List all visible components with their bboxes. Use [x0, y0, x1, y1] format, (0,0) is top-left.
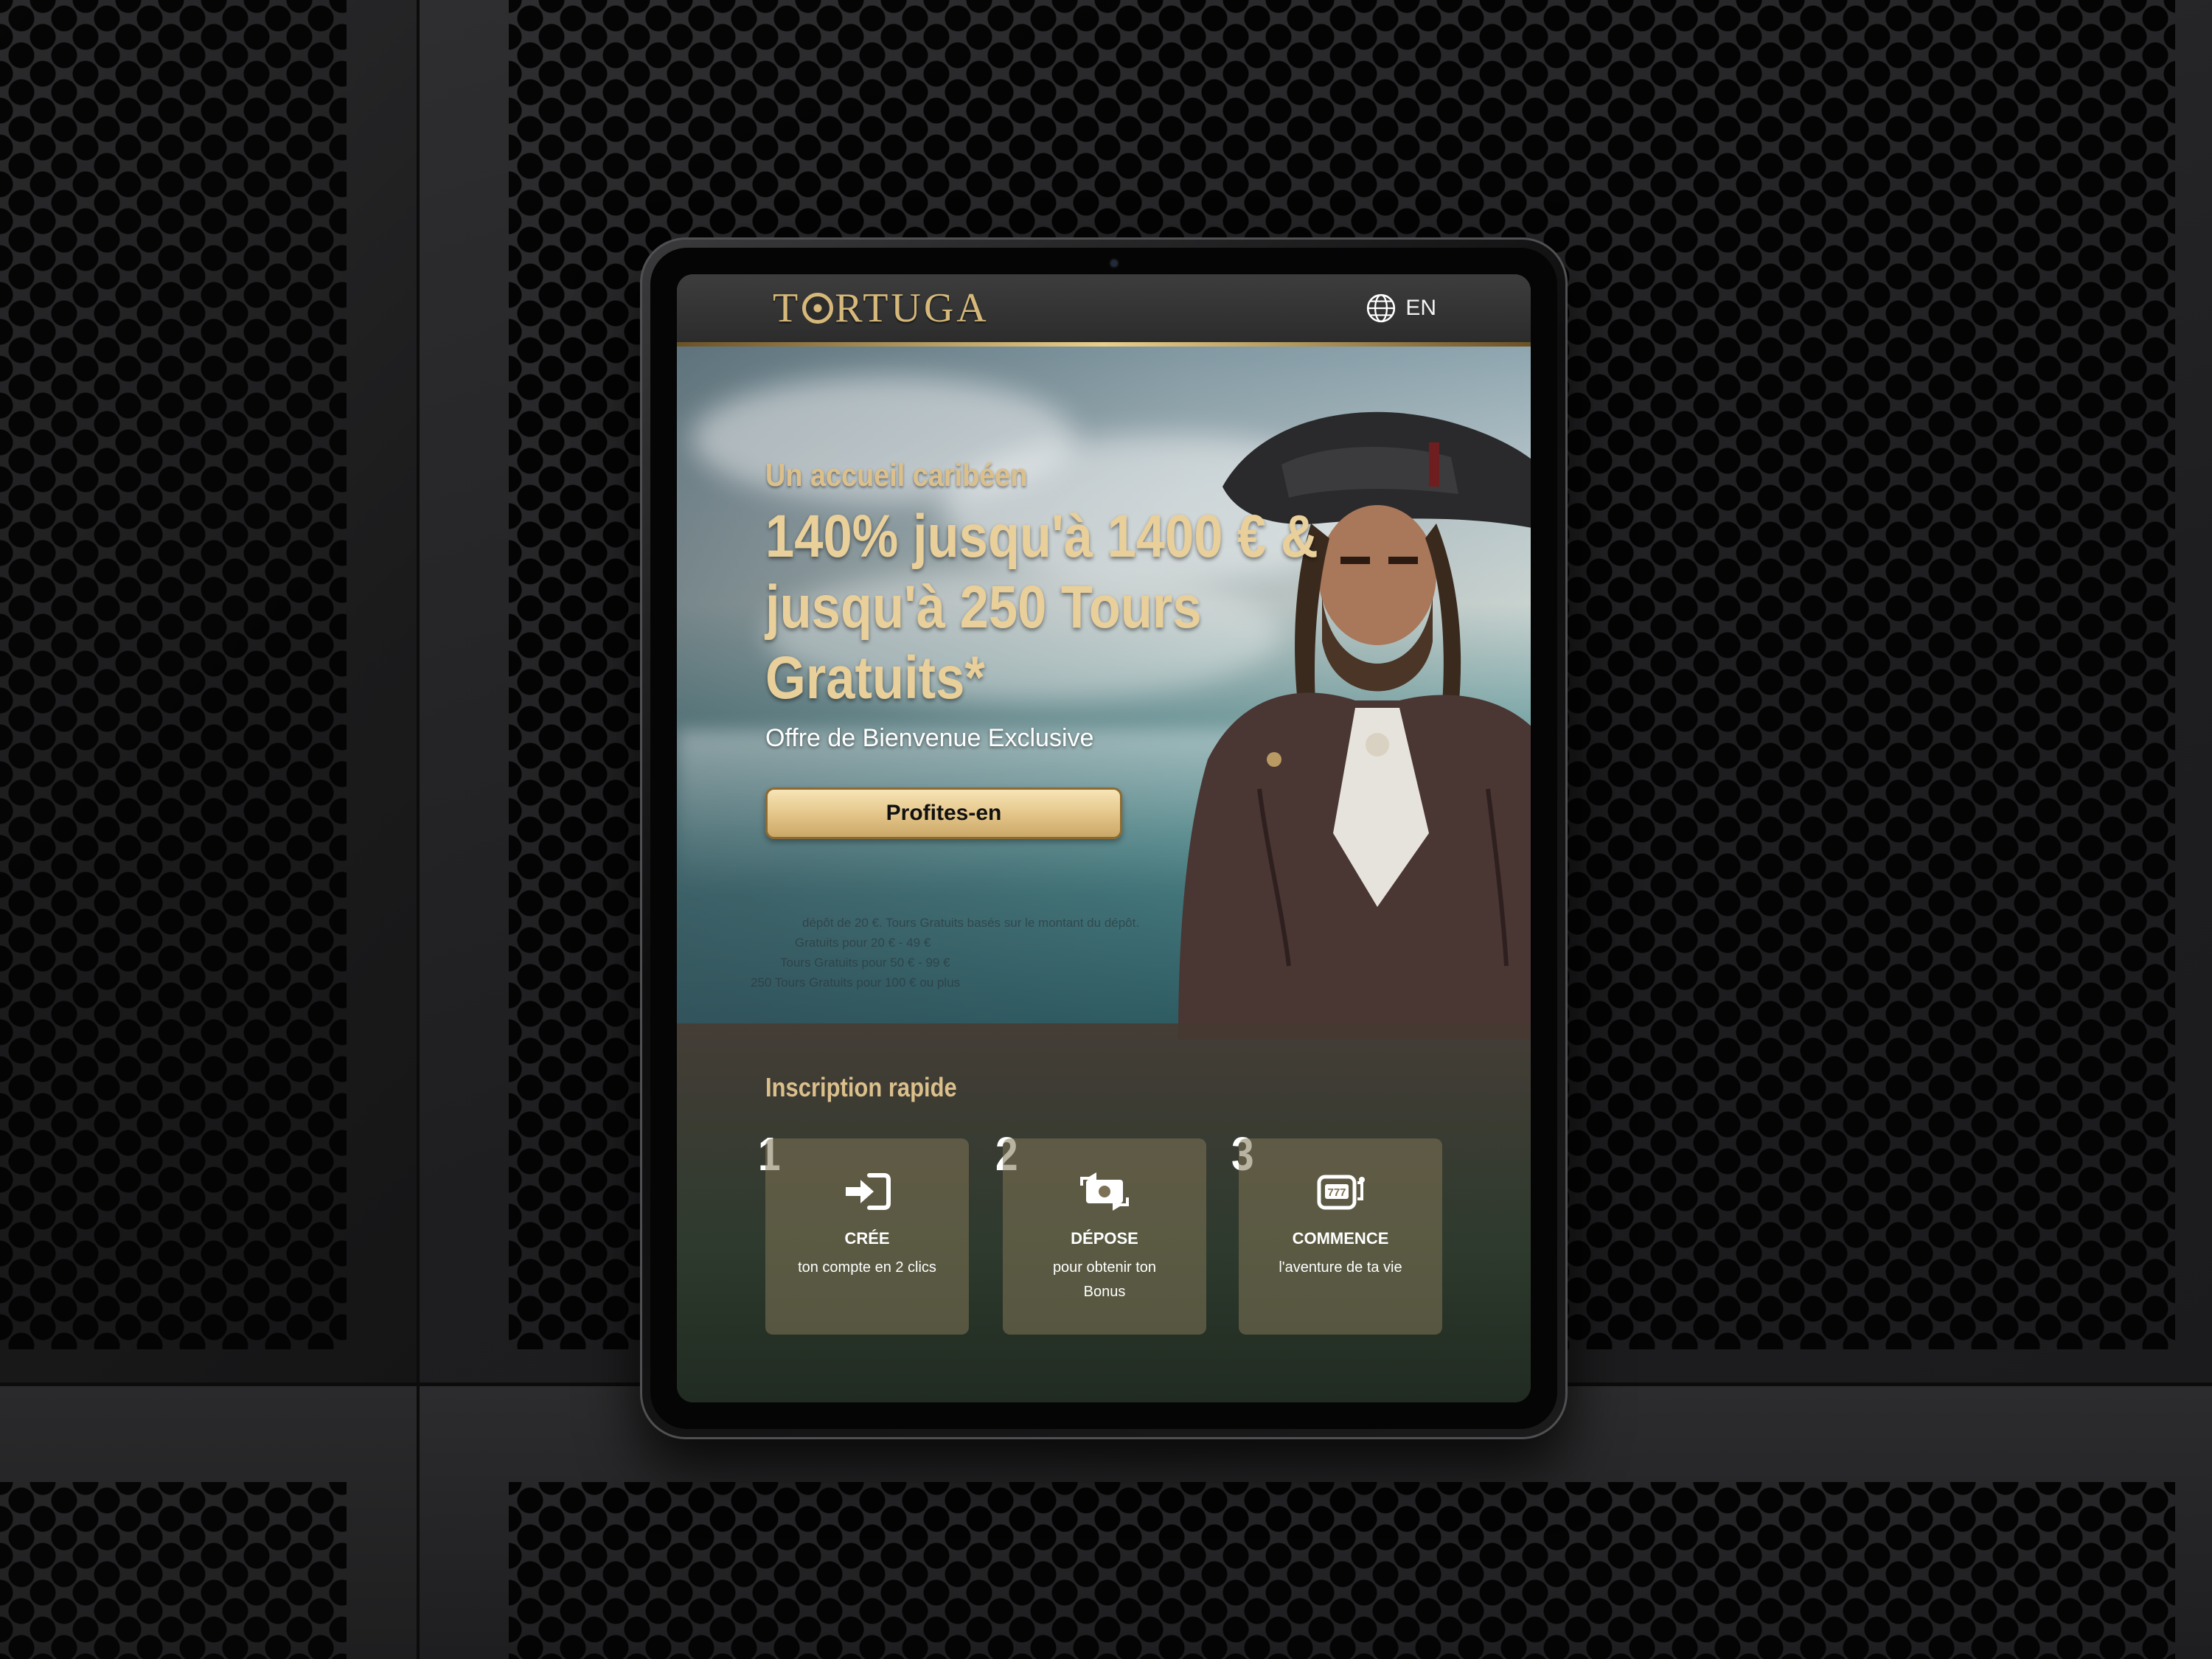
logo-text: T — [773, 285, 801, 331]
hero-headline: 140% jusqu'à 1400 € & jusqu'à 250 Tours … — [765, 503, 1318, 712]
step-card-start[interactable]: 777 COMMENCE l'aventure de ta vie — [1239, 1138, 1442, 1335]
terms-line: Tours Gratuits pour 50 € - 99 € — [780, 956, 950, 970]
bonus-terms: dépôt de 20 €. Tours Gratuits basés sur … — [751, 913, 1311, 992]
step-description: ton compte en 2 clics — [798, 1259, 936, 1276]
step-description: l'aventure de ta vie — [1279, 1259, 1402, 1276]
language-label: EN — [1405, 296, 1436, 320]
hex-perforation — [0, 1482, 347, 1659]
quick-signup-section: Inscription rapide 1 CRÉE ton compte en … — [677, 1023, 1531, 1402]
hex-perforation — [0, 0, 347, 1349]
site-header: T RTUGA EN — [677, 274, 1531, 342]
step-description: pour obtenir ton Bonus — [1052, 1259, 1157, 1300]
ship-wheel-icon — [802, 293, 834, 324]
step-title: CRÉE — [844, 1229, 890, 1248]
svg-text:777: 777 — [1327, 1186, 1346, 1199]
globe-icon — [1367, 293, 1396, 323]
terms-line: 250 Tours Gratuits pour 100 € ou plus — [751, 975, 961, 990]
hero-offer-text: Offre de Bienvenue Exclusive — [765, 724, 1094, 752]
terms-line: dépôt de 20 €. Tours Gratuits basés sur … — [802, 916, 1140, 930]
language-switcher[interactable]: EN — [1366, 291, 1436, 326]
hex-perforation — [509, 1482, 2175, 1659]
sign-in-icon — [846, 1173, 891, 1210]
step-card-create[interactable]: CRÉE ton compte en 2 clics — [765, 1138, 969, 1335]
camera-icon — [1110, 260, 1118, 267]
logo-text: RTUGA — [835, 285, 990, 331]
step-title: COMMENCE — [1292, 1229, 1389, 1248]
section-title: Inscription rapide — [765, 1072, 957, 1102]
hero-text-block: Un accueil caribéen 140% jusqu'à 1400 € … — [765, 457, 1326, 753]
step-card-deposit[interactable]: DÉPOSE pour obtenir ton Bonus — [1003, 1138, 1206, 1335]
tablet-device: T RTUGA EN Un accueil caribéen 140% jusq… — [640, 237, 1568, 1439]
slot-machine-777-icon: 777 — [1317, 1175, 1365, 1210]
hero-subtitle: Un accueil caribéen — [765, 457, 1028, 493]
step-title: DÉPOSE — [1071, 1229, 1138, 1248]
terms-line: Gratuits pour 20 € - 49 € — [795, 936, 931, 950]
claim-bonus-button[interactable]: Profites-en — [765, 787, 1122, 839]
tablet-screen: T RTUGA EN Un accueil caribéen 140% jusq… — [677, 274, 1531, 1402]
tortuga-logo[interactable]: T RTUGA — [773, 285, 990, 332]
money-exchange-icon — [1080, 1172, 1129, 1211]
panel-seam — [417, 0, 420, 1659]
hero-banner: Un accueil caribéen 140% jusqu'à 1400 € … — [677, 347, 1531, 1040]
